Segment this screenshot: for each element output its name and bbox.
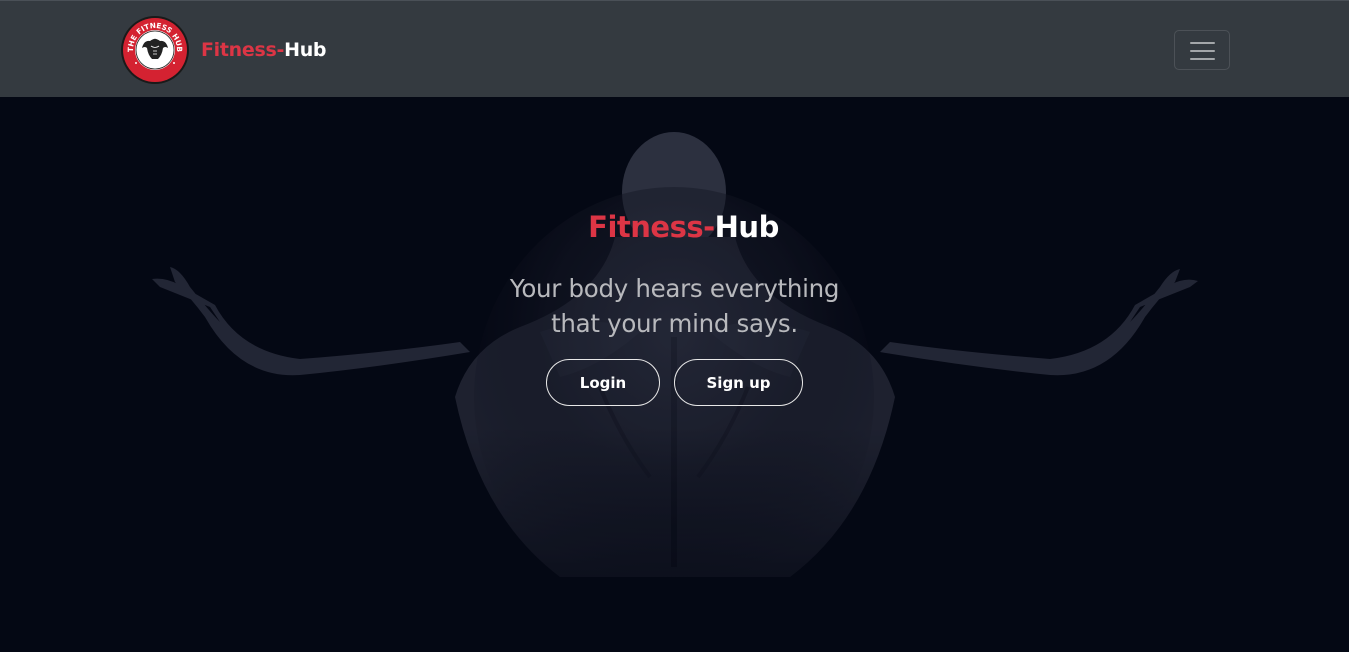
- navbar-toggler-button[interactable]: [1174, 30, 1230, 70]
- hero-title: Fitness-Hub: [0, 210, 1349, 244]
- tagline-line-2: that your mind says.: [551, 309, 798, 338]
- navbar: THE FITNESS HUB GYM Fitness-Hub: [0, 0, 1349, 97]
- brand-name: Fitness-Hub: [201, 39, 327, 61]
- gym-logo: THE FITNESS HUB GYM: [121, 16, 189, 84]
- hero-title-part1: Fitness-: [588, 210, 715, 244]
- brand-name-part2: Hub: [284, 39, 327, 61]
- tagline-line-1: Your body hears everything: [509, 274, 840, 303]
- hero-tagline: Your body hears everything that your min…: [0, 271, 1349, 341]
- navbar-brand[interactable]: THE FITNESS HUB GYM Fitness-Hub: [120, 15, 327, 85]
- hamburger-icon: [1190, 41, 1215, 61]
- login-button[interactable]: Login: [546, 359, 660, 406]
- brand-name-part1: Fitness-: [201, 39, 285, 61]
- hero-section: Fitness-Hub Your body hears everything t…: [0, 97, 1349, 652]
- signup-button[interactable]: Sign up: [674, 359, 803, 406]
- hero-title-part2: Hub: [714, 210, 780, 244]
